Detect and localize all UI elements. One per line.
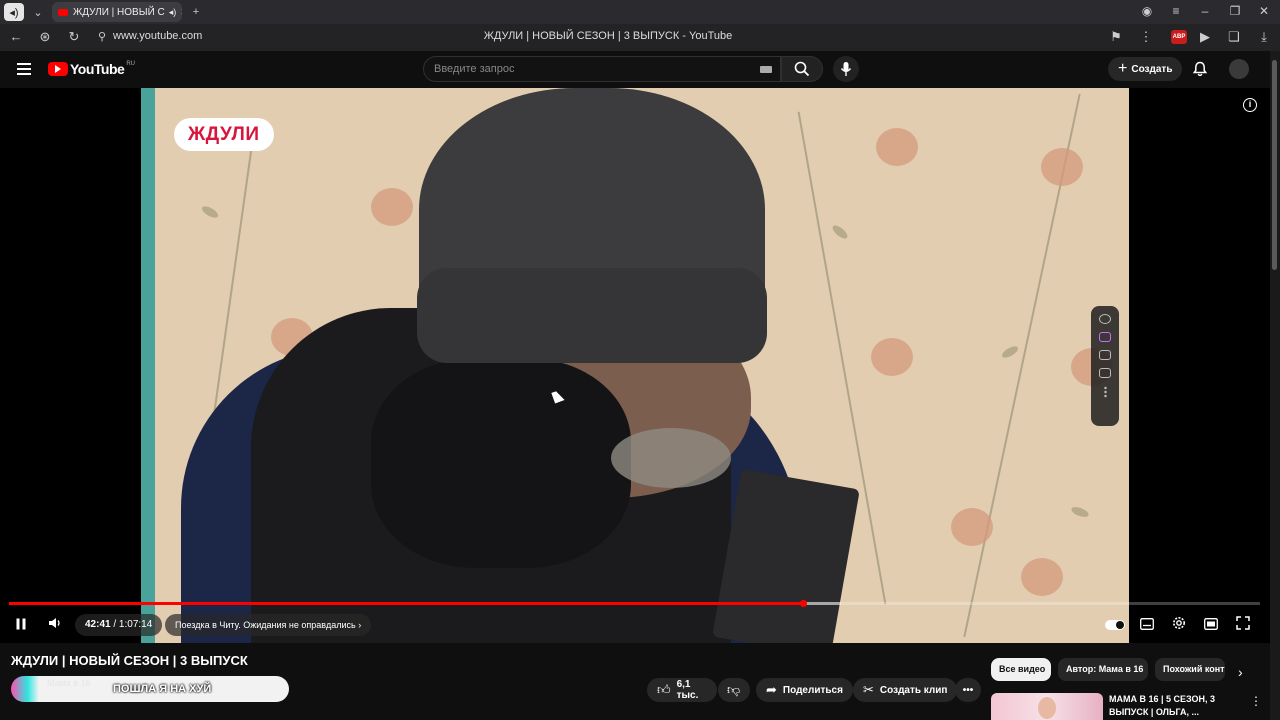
profile-icon[interactable]: ◉ bbox=[1139, 4, 1155, 18]
share-label: Поделиться bbox=[782, 684, 843, 696]
scissors-icon: ✂ bbox=[863, 682, 874, 697]
chevron-right-icon: › bbox=[358, 620, 362, 630]
collections-icon[interactable]: ❏ bbox=[1226, 29, 1242, 45]
more-horizontal-icon: ••• bbox=[962, 684, 974, 696]
tab-title: ЖДУЛИ | НОВЫЙ С bbox=[73, 6, 165, 18]
youtube-masthead: YouTube RU + Создать bbox=[0, 51, 1270, 88]
video-player[interactable]: ЖДУЛИ i 42:41 / 1:07:14 Поездка в Читу. … bbox=[0, 88, 1270, 643]
info-icon[interactable]: i bbox=[1243, 98, 1257, 112]
address-bar: ← ⊛ ↻ ⚲ www.youtube.com ЖДУЛИ | НОВЫЙ СЕ… bbox=[0, 24, 1280, 51]
ext-yandex-icon[interactable] bbox=[1099, 314, 1111, 324]
wall-stripe bbox=[141, 88, 155, 643]
scrollbar-thumb[interactable] bbox=[1272, 60, 1277, 270]
like-count: 6,1 тыс. bbox=[676, 679, 699, 701]
close-window-icon[interactable]: ✕ bbox=[1256, 4, 1272, 18]
share-button[interactable]: ➦ Поделиться bbox=[756, 678, 853, 702]
tab-list-chevron-icon[interactable]: ⌄ bbox=[28, 3, 48, 21]
recommendation-title[interactable]: МАМА В 16 | 5 СЕЗОН, 3 ВЫПУСК | ОЛЬГА, .… bbox=[1109, 693, 1239, 719]
volume-button[interactable] bbox=[46, 616, 64, 634]
minimize-icon[interactable]: – bbox=[1197, 4, 1213, 18]
browser-tab[interactable]: ЖДУЛИ | НОВЫЙ С ◂) ✕ bbox=[52, 2, 182, 22]
subtitles-button[interactable] bbox=[1138, 616, 1156, 634]
clip-button[interactable]: ✂ Создать клип bbox=[853, 678, 958, 702]
current-time: 42:41 bbox=[85, 619, 111, 630]
channel-name[interactable]: Мама в 16 bbox=[47, 678, 91, 688]
fullscreen-button[interactable] bbox=[1234, 616, 1252, 634]
played-bar bbox=[9, 602, 804, 605]
share-arrow-icon: ➦ bbox=[766, 682, 777, 697]
duration: 1:07:14 bbox=[118, 619, 153, 630]
download-icon[interactable]: ⤓ bbox=[1256, 29, 1272, 45]
time-display: 42:41 / 1:07:14 bbox=[75, 614, 163, 636]
theater-icon bbox=[1204, 618, 1218, 630]
youtube-logo[interactable]: YouTube RU bbox=[48, 61, 135, 77]
video-title: ЖДУЛИ | НОВЫЙ СЕЗОН | 3 ВЫПУСК bbox=[11, 653, 248, 668]
search-box bbox=[423, 56, 781, 82]
chapter-button[interactable]: Поездка в Читу. Ожидания не оправдались … bbox=[165, 614, 372, 636]
volume-icon bbox=[49, 618, 60, 628]
guide-menu-icon[interactable] bbox=[17, 63, 31, 75]
player-controls: 42:41 / 1:07:14 Поездка в Читу. Ожидания… bbox=[0, 610, 1270, 640]
ext-pip-icon[interactable] bbox=[1099, 368, 1111, 378]
chip-similar[interactable]: Похожий контент bbox=[1155, 658, 1225, 681]
chip-all-videos[interactable]: Все видео bbox=[991, 658, 1051, 681]
restore-icon[interactable]: ❐ bbox=[1227, 4, 1243, 18]
logo-region: RU bbox=[126, 61, 135, 67]
avatar[interactable] bbox=[1229, 59, 1249, 79]
more-actions-button[interactable]: ••• bbox=[955, 678, 981, 702]
fullscreen-icon bbox=[1236, 616, 1250, 630]
channel-watermark: ЖДУЛИ bbox=[174, 118, 274, 151]
window-title: ЖДУЛИ | НОВЫЙ СЕЗОН | 3 ВЫПУСК - YouTube bbox=[483, 30, 733, 42]
theater-mode-button[interactable] bbox=[1202, 616, 1220, 634]
ext-subtitles-icon[interactable] bbox=[1099, 350, 1111, 360]
youtube-logo-icon bbox=[48, 62, 68, 76]
gear-icon bbox=[1173, 617, 1185, 629]
comment-overlay-text: ПОШЛА Я НА ХУЙ bbox=[113, 683, 212, 695]
clip-label: Создать клип bbox=[879, 684, 948, 696]
pause-button[interactable] bbox=[12, 616, 30, 634]
extension-side-panel[interactable] bbox=[1091, 306, 1119, 426]
subtitles-icon bbox=[1140, 618, 1154, 630]
speaker-icon[interactable]: ◂) bbox=[169, 7, 177, 18]
browser-tab-bar: ◂) ⌄ ЖДУЛИ | НОВЫЙ С ◂) ✕ + ◉ ≡ – ❐ ✕ bbox=[0, 0, 1280, 24]
pause-icon bbox=[16, 618, 26, 630]
logo-text: YouTube bbox=[70, 61, 125, 77]
ext-translate-icon[interactable] bbox=[1099, 332, 1111, 342]
video-frame[interactable]: ЖДУЛИ bbox=[141, 88, 1129, 643]
audio-icon[interactable]: ◂) bbox=[4, 3, 24, 21]
new-tab-icon[interactable]: + bbox=[186, 3, 206, 21]
chapter-title: Поездка в Читу. Ожидания не оправдались bbox=[175, 620, 356, 630]
voice-search-button[interactable] bbox=[833, 56, 859, 82]
create-button[interactable]: + Создать bbox=[1108, 57, 1183, 81]
mic-icon bbox=[840, 62, 852, 76]
ext-more-icon[interactable] bbox=[1103, 386, 1107, 398]
keyboard-icon[interactable] bbox=[760, 66, 772, 73]
recommendation-thumbnail[interactable] bbox=[991, 693, 1103, 720]
plus-icon: + bbox=[1118, 60, 1128, 77]
thumbs-down-icon: 👎︎ bbox=[727, 682, 741, 697]
bookmark-icon[interactable]: ⚑ bbox=[1108, 29, 1124, 45]
settings-button[interactable] bbox=[1170, 616, 1188, 634]
chip-author[interactable]: Автор: Мама в 16 bbox=[1058, 658, 1148, 681]
search-button[interactable] bbox=[781, 56, 823, 82]
progress-bar[interactable] bbox=[9, 600, 1260, 607]
thumbs-up-icon: 👍︎ bbox=[657, 682, 671, 697]
create-label: Создать bbox=[1131, 63, 1173, 75]
search-icon bbox=[794, 61, 810, 77]
menu-icon[interactable]: ≡ bbox=[1168, 4, 1184, 18]
like-button[interactable]: 👍︎ 6,1 тыс. bbox=[647, 678, 717, 702]
dislike-button[interactable]: 👎︎ bbox=[718, 678, 750, 702]
notifications-bell-icon[interactable] bbox=[1192, 61, 1208, 77]
chips-next-chevron-icon[interactable]: › bbox=[1238, 664, 1243, 680]
more-icon[interactable]: ⋮ bbox=[1138, 29, 1154, 45]
close-tab-icon[interactable]: ✕ bbox=[180, 7, 182, 18]
youtube-favicon-icon bbox=[58, 8, 68, 16]
media-icon[interactable]: ▶ bbox=[1197, 29, 1213, 45]
adblock-icon[interactable]: ABP bbox=[1171, 30, 1187, 44]
autoplay-toggle[interactable] bbox=[1105, 620, 1125, 630]
recommendation-more-icon[interactable]: ⋮ bbox=[1250, 694, 1262, 708]
search-input[interactable] bbox=[424, 57, 744, 81]
